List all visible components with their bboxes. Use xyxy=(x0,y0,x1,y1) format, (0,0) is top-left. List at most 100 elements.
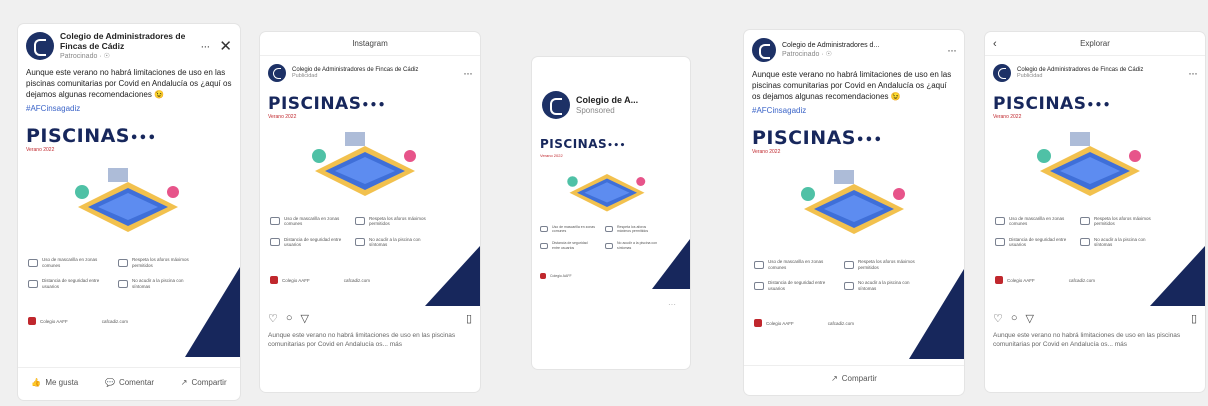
instagram-feed-preview: Instagram Colegio de Administradores de … xyxy=(260,32,480,392)
creative-footer: Colegio AAFF cafcadiz.com xyxy=(28,317,128,326)
recommendation-item: Distancia de seguridad entre usuarios xyxy=(540,241,595,250)
close-icon[interactable]: ✕ xyxy=(219,37,232,55)
recommendation-item: Respeta los aforos máximos permitidos xyxy=(605,225,660,233)
account-avatar[interactable] xyxy=(993,64,1011,82)
capacity-icon xyxy=(118,258,128,267)
recommendation-item: Uso de mascarilla en zonas comunes xyxy=(28,257,108,268)
page-avatar[interactable] xyxy=(26,32,54,60)
post-header: Colegio de Administradores de Fincas de … xyxy=(985,56,1205,86)
post-actions: ♡ ○ ▽ ▯ xyxy=(260,306,480,331)
pool-illustration xyxy=(801,170,905,235)
recommendations-grid: Uso de mascarilla en zonas comunes Respe… xyxy=(540,225,660,250)
creative-title: PISCINAS xyxy=(26,125,130,148)
post-header: Colegio de Administradores de Fincas de … xyxy=(260,56,480,86)
post-header: Colegio de Administradores de Fincas de … xyxy=(18,24,240,64)
symptoms-icon xyxy=(118,279,128,288)
comment-icon: 💬 xyxy=(104,378,115,388)
creative-title: PISCINAS xyxy=(268,94,362,114)
recommendation-item: Respeta los aforos máximos permitidos xyxy=(355,216,430,227)
heart-icon[interactable]: ♡ xyxy=(268,312,278,325)
creative-footer: Colegio AAFF cafcadiz.com xyxy=(995,276,1095,284)
creative-subtitle: Verano 2022 xyxy=(540,153,563,158)
comment-button[interactable]: 💬 Comentar xyxy=(105,378,154,387)
recommendation-item: Distancia de seguridad entre usuarios xyxy=(995,237,1070,248)
instagram-topbar: Instagram xyxy=(260,32,480,56)
recommendation-item: No acudir a la piscina con síntomas xyxy=(1080,237,1155,248)
creative-title: PISCINAS xyxy=(993,94,1087,114)
account-name[interactable]: Colegio de Administradores de Fincas de … xyxy=(292,67,418,74)
creative-footer: Colegio AAFF cafcadiz.com xyxy=(754,319,854,328)
share-button[interactable]: ↗ Compartir xyxy=(181,378,227,387)
instagram-explore-preview: ‹ Explorar Colegio de Administradores de… xyxy=(985,32,1205,392)
recommendation-item: Uso de mascarilla en zonas comunes xyxy=(270,216,345,227)
recommendation-item: Distancia de seguridad entre usuarios xyxy=(270,237,345,248)
account-avatar[interactable] xyxy=(542,91,570,119)
bookmark-icon[interactable]: ▯ xyxy=(1191,312,1197,325)
colegio-logo-icon xyxy=(995,276,1003,284)
creative-footer: Colegio AAFF xyxy=(540,273,572,279)
back-arrow-icon[interactable]: ‹ xyxy=(993,38,997,50)
more-options-icon[interactable]: ··· xyxy=(947,43,957,57)
bookmark-icon[interactable]: ▯ xyxy=(466,312,472,325)
post-creative[interactable]: PISCINAS••• Verano 2022 Uso de mascarill… xyxy=(744,119,964,360)
creative-subtitle: Verano 2022 xyxy=(752,149,781,156)
share-icon[interactable]: ▽ xyxy=(301,312,309,325)
creative-subtitle: Verano 2022 xyxy=(26,147,55,154)
share-icon[interactable]: ▽ xyxy=(1026,312,1034,325)
more-options-icon[interactable]: ··· xyxy=(200,39,210,53)
post-creative[interactable]: PISCINAS••• Verano 2022 Uso de mascarill… xyxy=(18,117,240,358)
creative-dots: ••• xyxy=(1086,98,1111,112)
pool-illustration xyxy=(567,174,646,212)
corner-brand-triangle xyxy=(185,267,240,358)
account-name[interactable]: Colegio de Administradores de Fincas de … xyxy=(1017,67,1143,74)
share-button[interactable]: ↗ Compartir xyxy=(831,374,877,383)
facebook-feed-preview: Colegio de Administradores de Fincas de … xyxy=(18,24,240,400)
more-options-icon[interactable]: ··· xyxy=(463,66,473,80)
more-options-icon[interactable]: ··· xyxy=(668,300,676,309)
creative-dots: ••• xyxy=(129,131,157,147)
sponsored-label: Publicidad xyxy=(1017,73,1043,80)
pool-illustration xyxy=(1037,132,1141,196)
thumbs-up-icon: 👍 xyxy=(31,378,42,388)
account-name[interactable]: Colegio de A... xyxy=(576,95,638,105)
page-name[interactable]: Colegio de Administradores de Fincas de … xyxy=(60,31,188,52)
post-creative[interactable]: PISCINAS••• Verano 2022 Uso de mascarill… xyxy=(260,86,480,306)
distance-icon xyxy=(28,279,38,288)
recommendations-grid: Uso de mascarilla en zonas comunes Respe… xyxy=(754,259,924,291)
like-button[interactable]: 👍 Me gusta xyxy=(31,378,78,387)
comment-icon[interactable]: ○ xyxy=(1011,312,1018,325)
creative-subtitle: Verano 2022 xyxy=(268,114,297,120)
mask-icon xyxy=(28,258,38,267)
story-header: Colegio de A... Sponsored xyxy=(532,83,690,127)
creative-title: PISCINAS xyxy=(540,137,608,151)
recommendations-grid: Uso de mascarilla en zonas comunes Respe… xyxy=(270,216,430,248)
recommendation-item: Distancia de seguridad entre usuarios xyxy=(28,278,108,289)
hashtag-link[interactable]: #AFCinsagadiz xyxy=(18,104,240,113)
hashtag-link[interactable]: #AFCinsagadiz xyxy=(744,106,964,115)
recommendations-grid: Uso de mascarilla en zonas comunes Respe… xyxy=(28,257,198,289)
explore-title: Explorar xyxy=(1080,39,1110,48)
creative-dots: ••• xyxy=(361,98,386,112)
page-avatar[interactable] xyxy=(752,38,776,62)
post-actions: ↗ Compartir xyxy=(744,365,964,391)
creative-dots: ••• xyxy=(855,133,883,149)
creative-title: PISCINAS xyxy=(752,127,856,150)
more-options-icon[interactable]: ··· xyxy=(1188,66,1198,80)
facebook-mobile-feed-preview: Colegio de Administradores d... Patrocin… xyxy=(744,30,964,395)
share-icon: ↗ xyxy=(180,378,188,388)
comment-icon[interactable]: ○ xyxy=(286,312,293,325)
post-actions: 👍 Me gusta 💬 Comentar ↗ Compartir xyxy=(18,367,240,397)
sponsored-label: Publicidad xyxy=(292,73,318,80)
colegio-logo-icon xyxy=(540,273,546,279)
story-preview: Colegio de A... Sponsored PISCINAS••• Ve… xyxy=(532,57,690,369)
post-actions: ♡ ○ ▽ ▯ xyxy=(985,306,1205,331)
heart-icon[interactable]: ♡ xyxy=(993,312,1003,325)
page-name[interactable]: Colegio de Administradores d... xyxy=(782,42,879,50)
recommendation-item: Uso de mascarilla en zonas comunes xyxy=(995,216,1070,227)
account-avatar[interactable] xyxy=(268,64,286,82)
post-creative[interactable]: PISCINAS••• Verano 2022 Uso de mascarill… xyxy=(985,86,1205,306)
story-creative[interactable]: Colegio de A... Sponsored PISCINAS••• Ve… xyxy=(532,83,690,345)
share-icon: ↗ xyxy=(831,374,838,384)
creative-footer: Colegio AAFF cafcadiz.com xyxy=(270,276,370,284)
creative-subtitle: Verano 2022 xyxy=(993,114,1022,120)
